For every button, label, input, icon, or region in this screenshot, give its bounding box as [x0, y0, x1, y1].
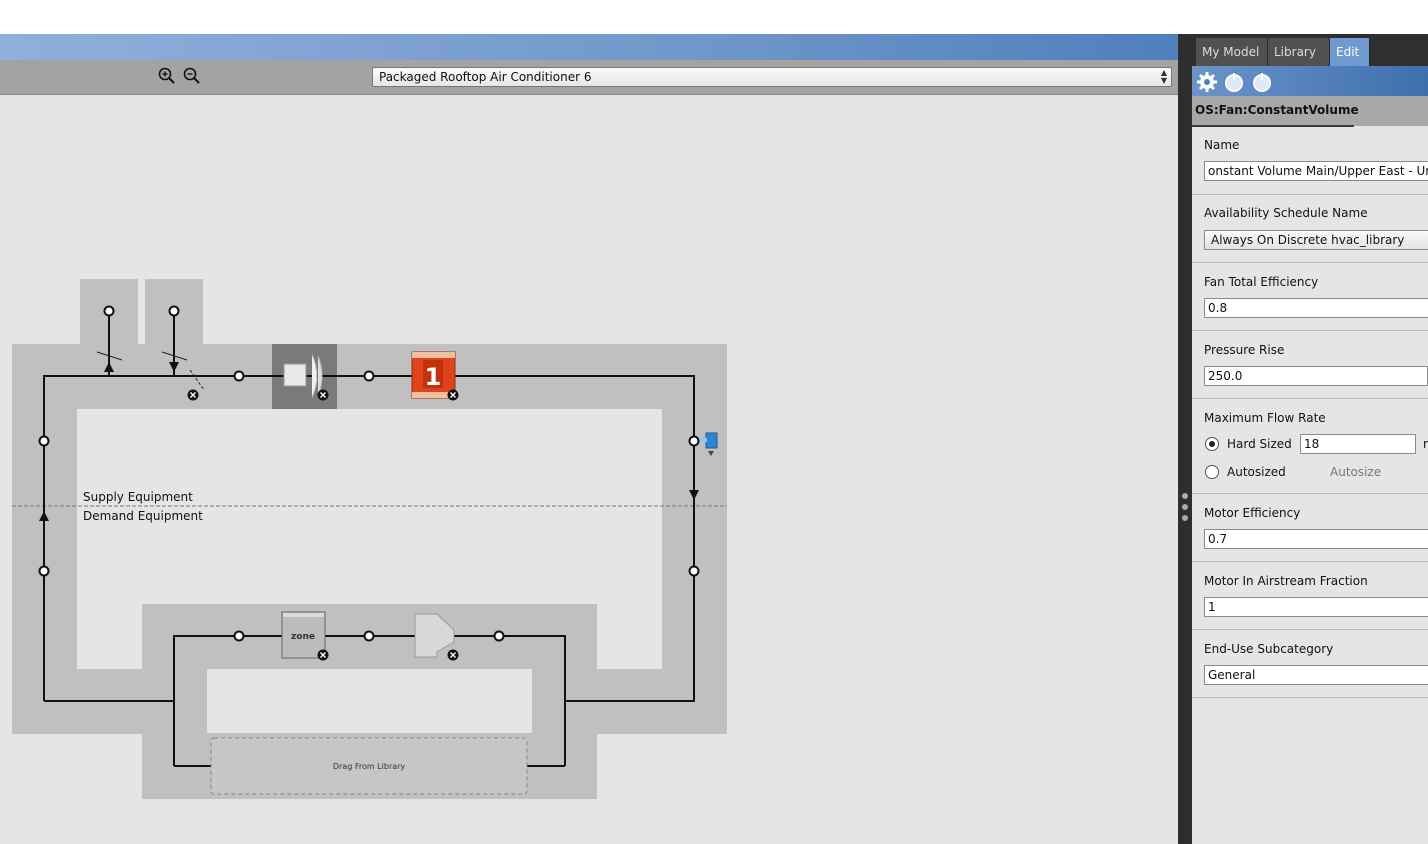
pressure-rise-label: Pressure Rise [1204, 343, 1285, 357]
inspector-panel: My Model Library Edit OS:Fan:ConstantVol… [1192, 34, 1428, 844]
autosize-button[interactable]: Autosize [1330, 465, 1381, 479]
window-title-bar [0, 34, 1178, 60]
return-node [38, 435, 50, 447]
supply-outlet-node [688, 435, 700, 447]
heating-coil-icon[interactable]: 1 [411, 351, 456, 399]
flow-unit-label: r [1423, 437, 1428, 451]
gear-icon[interactable] [1196, 71, 1218, 93]
fan-outlet-node [363, 370, 375, 382]
night-cycle-icon[interactable] [1250, 71, 1274, 93]
zoom-out-icon[interactable] [183, 67, 201, 85]
motor-efficiency-label: Motor Efficiency [1204, 506, 1301, 520]
splitter-grip-dot [1182, 493, 1188, 499]
hard-sized-radio[interactable] [1205, 437, 1219, 451]
availability-schedule-select[interactable]: Always On Discrete hvac_library [1204, 230, 1428, 250]
zoom-in-icon[interactable] [158, 67, 176, 85]
tab-my-model[interactable]: My Model [1196, 38, 1268, 66]
object-type-title: OS:Fan:ConstantVolume [1195, 103, 1359, 117]
hard-sized-label: Hard Sized [1227, 437, 1292, 451]
drop-zone[interactable]: Drag From Library [210, 737, 528, 795]
splitter-grip-dot [1182, 515, 1188, 521]
zone-label: zone [291, 632, 315, 642]
name-field[interactable]: onstant Volume Main/Upper East - Unit [1204, 161, 1428, 181]
air-loop-select-value: Packaged Rooftop Air Conditioner 6 [379, 70, 592, 84]
motor-airstream-field[interactable]: 1 [1204, 597, 1428, 617]
air-loop-diagram: 1 zone Supply Equipment Demand Equipment… [12, 279, 727, 799]
hard-sized-value-field[interactable]: 18 [1300, 434, 1416, 454]
motor-efficiency-field[interactable]: 0.7 [1204, 529, 1428, 549]
panel-tabs: My Model Library Edit [1192, 34, 1428, 66]
fan-total-efficiency-label: Fan Total Efficiency [1204, 275, 1319, 289]
autosized-label: Autosized [1227, 465, 1286, 479]
fan-total-efficiency-field[interactable]: 0.8 [1204, 298, 1428, 318]
outdoor-air-node [168, 305, 180, 317]
name-label: Name [1204, 138, 1240, 152]
zone-outlet-node [363, 630, 375, 642]
zone-icon[interactable]: zone [281, 611, 326, 659]
remove-damper-icon [187, 389, 199, 401]
motor-airstream-label: Motor In Airstream Fraction [1204, 574, 1368, 588]
drop-zone-label: Drag From Library [333, 762, 406, 771]
supply-equipment-label: Supply Equipment [83, 490, 193, 504]
object-type-header: OS:Fan:ConstantVolume [1192, 96, 1428, 127]
inspector-icon-bar [1192, 66, 1428, 96]
demand-equipment-label: Demand Equipment [83, 509, 203, 523]
splitter-grip-dot [1182, 504, 1188, 510]
availability-schedule-label: Availability Schedule Name [1204, 206, 1368, 220]
demand-inlet-node [688, 565, 700, 577]
mixer-outlet-node [493, 630, 505, 642]
end-use-subcategory-field[interactable]: General [1204, 665, 1428, 685]
zone-inlet-node [233, 630, 245, 642]
demand-outlet-node [38, 565, 50, 577]
remove-fan-icon [317, 389, 329, 401]
end-use-subcategory-label: End-Use Subcategory [1204, 642, 1334, 656]
remove-zone-icon [317, 649, 329, 661]
max-flow-rate-label: Maximum Flow Rate [1204, 411, 1326, 425]
air-loop-select[interactable]: Packaged Rooftop Air Conditioner 6 ▲ ▼ [372, 67, 1172, 87]
mixed-air-node [233, 370, 245, 382]
availability-manager-icon[interactable] [1222, 71, 1246, 93]
tab-library[interactable]: Library [1268, 38, 1330, 66]
tab-edit[interactable]: Edit [1330, 38, 1370, 66]
remove-terminal-icon [447, 649, 459, 661]
pressure-rise-field[interactable]: 250.0 [1204, 366, 1428, 386]
updown-arrows-icon: ▲ ▼ [1160, 68, 1167, 85]
coil-number: 1 [425, 363, 442, 391]
remove-coil-icon [447, 389, 459, 401]
hvac-canvas[interactable]: 1 zone Supply Equipment Demand Equipment… [0, 95, 1178, 844]
autosized-radio[interactable] [1205, 465, 1219, 479]
panel-splitter[interactable] [1178, 34, 1192, 844]
relief-node [103, 305, 115, 317]
